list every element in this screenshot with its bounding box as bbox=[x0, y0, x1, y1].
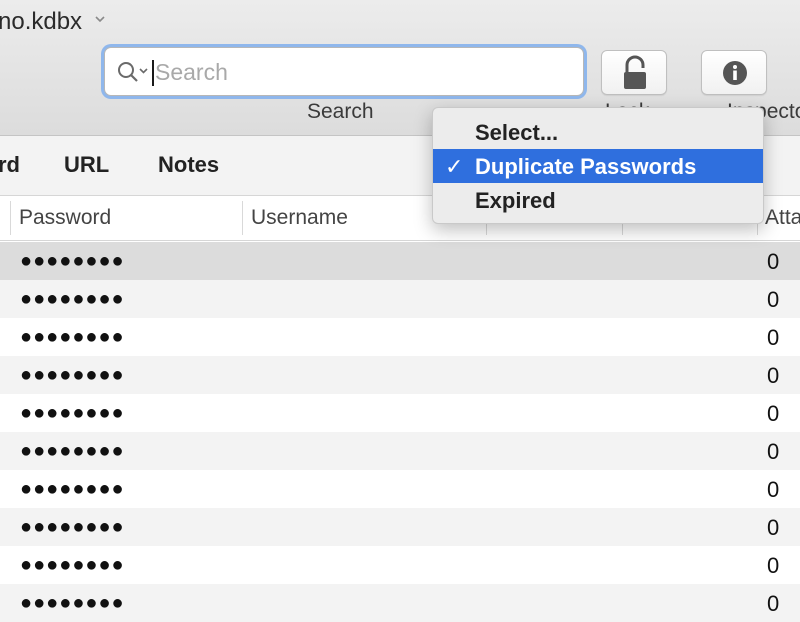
password-cell: ●●●●●●●● bbox=[20, 554, 125, 576]
password-cell: ●●●●●●●● bbox=[20, 288, 125, 310]
info-circle-icon bbox=[723, 61, 747, 85]
password-cell: ●●●●●●●● bbox=[20, 326, 125, 348]
password-cell: ●●●●●●●● bbox=[20, 440, 125, 462]
column-header-attachments[interactable]: Atta bbox=[765, 206, 800, 230]
column-separator[interactable] bbox=[242, 201, 243, 235]
menu-item-duplicate-passwords[interactable]: ✓ Duplicate Passwords bbox=[433, 149, 763, 183]
password-cell: ●●●●●●●● bbox=[20, 516, 125, 538]
column-header-password[interactable]: Password bbox=[19, 206, 111, 230]
column-header-username[interactable]: Username bbox=[251, 206, 348, 230]
password-cell: ●●●●●●●● bbox=[20, 592, 125, 614]
search-icon[interactable] bbox=[117, 60, 151, 84]
table-row[interactable]: ●●●●●●●● 0 bbox=[0, 318, 800, 356]
checkmark-icon: ✓ bbox=[445, 154, 464, 179]
attachments-cell: 0 bbox=[767, 363, 780, 388]
attachments-cell: 0 bbox=[767, 249, 780, 274]
menu-item-label: Expired bbox=[475, 188, 556, 213]
entries-table: ●●●●●●●● 0 ●●●●●●●● 0 ●●●●●●●● 0 ●●●●●●●… bbox=[0, 242, 800, 622]
window-title[interactable]: no.kdbx bbox=[0, 8, 105, 36]
search-field[interactable] bbox=[104, 47, 584, 96]
padlock-open-icon bbox=[624, 55, 646, 89]
column-separator[interactable] bbox=[10, 201, 11, 235]
table-row[interactable]: ●●●●●●●● 0 bbox=[0, 432, 800, 470]
search-label: Search bbox=[307, 100, 374, 123]
table-row[interactable]: ●●●●●●●● 0 bbox=[0, 356, 800, 394]
menu-item-label: Duplicate Passwords bbox=[475, 154, 697, 179]
attachments-cell: 0 bbox=[767, 325, 780, 350]
password-cell: ●●●●●●●● bbox=[20, 478, 125, 500]
menu-item-select[interactable]: Select... bbox=[433, 115, 763, 149]
scope-password[interactable]: rd bbox=[0, 152, 20, 178]
password-cell: ●●●●●●●● bbox=[20, 364, 125, 386]
table-row[interactable]: ●●●●●●●● 0 bbox=[0, 394, 800, 432]
table-row[interactable]: ●●●●●●●● 0 bbox=[0, 470, 800, 508]
table-row[interactable]: ●●●●●●●● 0 bbox=[0, 546, 800, 584]
table-row[interactable]: ●●●●●●●● 0 bbox=[0, 242, 800, 280]
password-cell: ●●●●●●●● bbox=[20, 250, 125, 272]
lock-button[interactable] bbox=[601, 50, 667, 95]
attachments-cell: 0 bbox=[767, 515, 780, 540]
window-title-text: no.kdbx bbox=[0, 8, 83, 35]
attachments-cell: 0 bbox=[767, 591, 780, 616]
search-options-menu: Select... ✓ Duplicate Passwords Expired bbox=[432, 107, 764, 224]
attachments-cell: 0 bbox=[767, 439, 780, 464]
menu-item-expired[interactable]: Expired bbox=[433, 183, 763, 217]
attachments-cell: 0 bbox=[767, 477, 780, 502]
text-caret bbox=[152, 60, 154, 86]
scope-notes[interactable]: Notes bbox=[158, 152, 219, 178]
table-row[interactable]: ●●●●●●●● 0 bbox=[0, 280, 800, 318]
scope-url[interactable]: URL bbox=[64, 152, 109, 178]
table-row[interactable]: ●●●●●●●● 0 bbox=[0, 508, 800, 546]
search-input[interactable] bbox=[155, 56, 575, 88]
inspector-button[interactable] bbox=[701, 50, 767, 95]
chevron-down-icon bbox=[95, 16, 105, 23]
menu-item-label: Select... bbox=[475, 120, 559, 145]
attachments-cell: 0 bbox=[767, 553, 780, 578]
attachments-cell: 0 bbox=[767, 401, 780, 426]
password-cell: ●●●●●●●● bbox=[20, 402, 125, 424]
table-row[interactable]: ●●●●●●●● 0 bbox=[0, 584, 800, 622]
attachments-cell: 0 bbox=[767, 287, 780, 312]
